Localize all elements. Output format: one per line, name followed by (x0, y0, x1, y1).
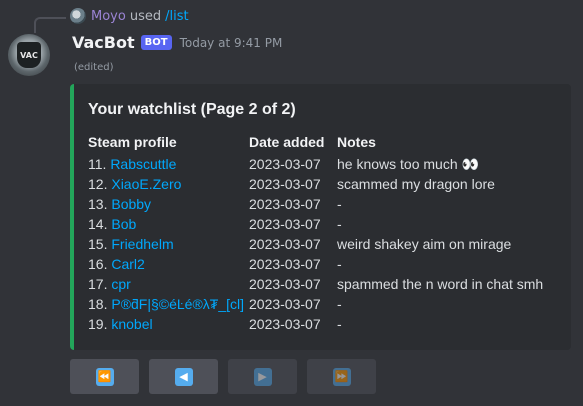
steam-profile-link[interactable]: Rabscuttle (110, 156, 176, 172)
steam-profile-link[interactable]: Carl2 (111, 256, 144, 272)
steam-profile-cell: 12. XiaoE.Zero (88, 174, 248, 194)
steam-profile-link[interactable]: Friedhelm (111, 236, 173, 252)
row-number: 18. (88, 296, 112, 312)
date-added-cell: 2023-03-07 (249, 196, 321, 212)
note-cell: - (337, 196, 342, 212)
row-number: 14. (88, 216, 112, 232)
note-cell: - (337, 316, 342, 332)
steam-profile-cell: 11. Rabscuttle (88, 154, 248, 174)
embed-title: Your watchlist (Page 2 of 2) (88, 101, 296, 118)
note-cell: he knows too much 👀 (337, 156, 479, 172)
message-timestamp: Today at 9:41 PM (179, 35, 283, 50)
previous-page-button[interactable]: ◀ (149, 359, 218, 394)
date-added-cell: 2023-03-07 (249, 276, 321, 292)
date-added-cell: 2023-03-07 (249, 256, 321, 272)
reply-command[interactable]: /list (165, 9, 188, 24)
reply-username[interactable]: Moyo (91, 9, 126, 24)
reply-avatar[interactable] (70, 8, 86, 24)
notes-column: Notes he knows too much 👀 scammed my drag… (337, 132, 562, 334)
row-number: 15. (88, 236, 112, 252)
steam-profile-link[interactable]: XiaoE.Zero (111, 176, 181, 192)
date-added-cell: 2023-03-07 (249, 156, 321, 172)
pagination-buttons: ⏪ ◀ ▶ ⏩ (70, 359, 376, 394)
steam-profile-header: Steam profile (88, 134, 177, 150)
bot-avatar[interactable]: VAC (8, 34, 50, 76)
first-page-icon: ⏪ (95, 367, 114, 386)
date-added-cell: 2023-03-07 (249, 296, 321, 312)
reply-context[interactable]: Moyo used /list (70, 7, 189, 25)
notes-header: Notes (337, 134, 376, 150)
steam-profile-cell: 18. P®ƌF|§©éĿé®λ₮_[cl] (88, 294, 248, 314)
note-cell: - (337, 256, 342, 272)
reply-connector (34, 17, 66, 33)
bot-badge: BOT (140, 35, 172, 50)
date-added-header: Date added (249, 134, 325, 150)
steam-profile-column: Steam profile 11. Rabscuttle 12. XiaoE.Ze… (88, 132, 248, 334)
row-number: 11. (88, 156, 111, 172)
reply-used-text: used (129, 8, 162, 24)
steam-profile-link[interactable]: P®ƌF|§©éĿé®λ₮_[cl] (111, 296, 244, 312)
bot-username[interactable]: VacBot (72, 33, 135, 52)
steam-profile-cell: 13. Bobby (88, 194, 248, 214)
first-page-button[interactable]: ⏪ (70, 359, 139, 394)
next-page-icon: ▶ (253, 367, 272, 386)
last-page-button[interactable]: ⏩ (307, 359, 376, 394)
steam-profile-cell: 19. knobel (88, 314, 248, 334)
row-number: 12. (88, 176, 112, 192)
steam-profile-link[interactable]: knobel (111, 316, 152, 332)
row-number: 17. (88, 276, 112, 292)
steam-profile-link[interactable]: cpr (111, 276, 130, 292)
row-number: 16. (88, 256, 112, 272)
note-cell: spammed the n word in chat smh (337, 276, 544, 292)
edited-label: (edited) (74, 62, 114, 73)
note-cell: scammed my dragon lore (337, 176, 495, 192)
row-number: 13. (88, 196, 112, 212)
steam-profile-cell: 14. Bob (88, 214, 248, 234)
previous-page-icon: ◀ (174, 367, 193, 386)
vac-logo: VAC (17, 42, 41, 68)
message-header: VacBot BOT Today at 9:41 PM (72, 33, 282, 52)
watchlist-embed: Your watchlist (Page 2 of 2) Steam profi… (70, 84, 571, 350)
steam-profile-link[interactable]: Bobby (111, 196, 151, 212)
note-cell: - (337, 296, 342, 312)
row-number: 19. (88, 316, 112, 332)
steam-profile-cell: 16. Carl2 (88, 254, 248, 274)
note-cell: weird shakey aim on mirage (337, 236, 512, 252)
date-added-cell: 2023-03-07 (249, 176, 321, 192)
date-added-cell: 2023-03-07 (249, 316, 321, 332)
next-page-button[interactable]: ▶ (228, 359, 297, 394)
last-page-icon: ⏩ (332, 367, 351, 386)
steam-profile-cell: 17. cpr (88, 274, 248, 294)
date-added-column: Date added 2023-03-07 2023-03-07 2023-03-0… (249, 132, 339, 334)
date-added-cell: 2023-03-07 (249, 236, 321, 252)
steam-profile-cell: 15. Friedhelm (88, 234, 248, 254)
note-cell: - (337, 216, 342, 232)
steam-profile-link[interactable]: Bob (111, 216, 136, 232)
date-added-cell: 2023-03-07 (249, 216, 321, 232)
